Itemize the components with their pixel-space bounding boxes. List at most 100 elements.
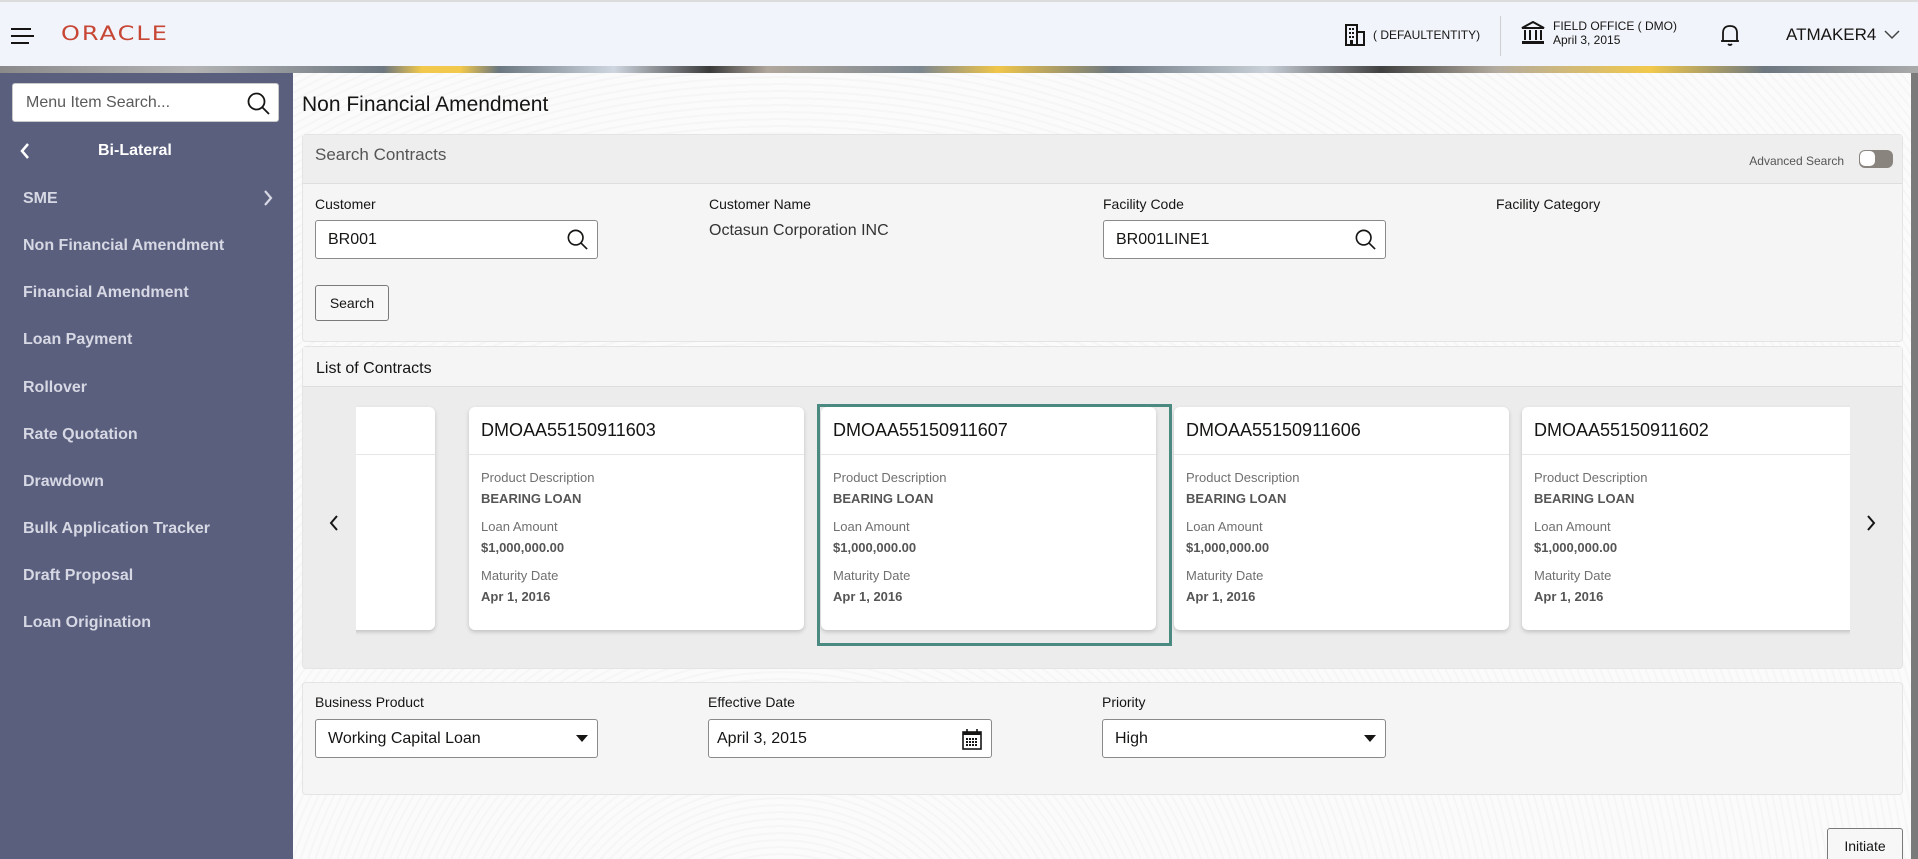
sidebar-item-label: Financial Amendment — [23, 284, 189, 301]
maturity-label: Maturity Date — [1186, 568, 1264, 583]
user-name: ATMAKER4 — [1786, 25, 1877, 44]
sidebar-item-label: Loan Payment — [23, 331, 133, 348]
amount-label: Loan Amount — [481, 519, 558, 534]
sidebar-item-label: Loan Origination — [23, 614, 151, 631]
contract-id: DMOAA55150911602 — [1522, 407, 1850, 455]
sidebar-item-label: Non Financial Amendment — [23, 237, 225, 254]
business-product-select[interactable]: Working Capital Loan — [315, 719, 598, 758]
contract-card[interactable]: DMOAA55150911603 Product Description BEA… — [469, 407, 804, 630]
product-value: BEARING LOAN — [833, 491, 934, 506]
contract-id: DMOAA55150911606 — [1174, 407, 1509, 455]
maturity-label: Maturity Date — [1534, 568, 1612, 583]
advanced-search-label: Advanced Search — [1749, 154, 1844, 168]
customer-name-value: Octasun Corporation INC — [709, 222, 889, 239]
product-label: Product Description — [1186, 470, 1300, 485]
hamburger-icon[interactable] — [11, 28, 34, 44]
contract-card-partial[interactable] — [356, 407, 435, 630]
caret-down-icon — [576, 735, 588, 742]
sidebar-item-label: Drawdown — [23, 473, 104, 490]
maturity-value: Apr 1, 2016 — [481, 589, 551, 604]
customer-label: Customer — [315, 196, 376, 212]
sidebar-item-drawdown[interactable]: Drawdown — [23, 473, 273, 491]
page-scrollbar[interactable] — [1911, 73, 1918, 859]
initiate-button[interactable]: Initiate — [1827, 828, 1903, 859]
oracle-logo: ORACLE — [61, 22, 169, 45]
customer-value: BR001 — [328, 231, 377, 248]
business-product-label: Business Product — [315, 694, 424, 710]
chevron-down-icon — [1884, 30, 1900, 40]
sidebar-item-rate-quotation[interactable]: Rate Quotation — [23, 426, 273, 444]
sidebar-item-non-financial-amendment[interactable]: Non Financial Amendment — [23, 237, 273, 255]
contracts-carousel: DMOAA55150911603 Product Description BEA… — [356, 400, 1850, 640]
product-value: BEARING LOAN — [1534, 491, 1635, 506]
entity-selector[interactable]: ( DEFAULTENTITY) — [1345, 24, 1480, 46]
contract-card-selected[interactable]: DMOAA55150911607 Product Description BEA… — [821, 407, 1156, 630]
sidebar-item-bulk-application-tracker[interactable]: Bulk Application Tracker — [23, 520, 273, 538]
sidebar-item-label: Rollover — [23, 379, 88, 396]
sidebar-item-loan-payment[interactable]: Loan Payment — [23, 331, 273, 349]
effective-date-field[interactable]: April 3, 2015 — [708, 719, 992, 758]
maturity-label: Maturity Date — [481, 568, 559, 583]
amount-label: Loan Amount — [1186, 519, 1263, 534]
bell-icon[interactable] — [1718, 22, 1742, 48]
facility-category-label: Facility Category — [1496, 196, 1601, 212]
customer-field[interactable]: BR001 — [315, 220, 598, 259]
product-label: Product Description — [1534, 470, 1648, 485]
office-name: FIELD OFFICE ( DMO) — [1553, 19, 1677, 33]
caret-down-icon — [1364, 735, 1376, 742]
business-product-value: Working Capital Loan — [328, 730, 481, 747]
priority-label: Priority — [1102, 694, 1146, 710]
search-button[interactable]: Search — [315, 285, 389, 321]
facility-code-value: BR001LINE1 — [1116, 231, 1210, 248]
panel-header: Search Contracts Advanced Search — [303, 135, 1902, 184]
back-to-parent-menu[interactable]: Bi-Lateral — [20, 140, 280, 166]
sidebar-item-label: Bulk Application Tracker — [23, 520, 211, 537]
effective-date-label: Effective Date — [708, 694, 795, 710]
search-icon[interactable] — [1355, 229, 1376, 250]
sidebar-item-financial-amendment[interactable]: Financial Amendment — [23, 284, 273, 302]
menu-search-input[interactable] — [13, 84, 233, 121]
sidebar-item-rollover[interactable]: Rollover — [23, 379, 273, 397]
menu-search — [12, 83, 279, 122]
product-label: Product Description — [833, 470, 947, 485]
sidebar-item-sme[interactable]: SME — [23, 190, 273, 208]
office-date: April 3, 2015 — [1553, 33, 1621, 47]
effective-date-value: April 3, 2015 — [717, 730, 807, 747]
priority-select[interactable]: High — [1102, 719, 1386, 758]
user-menu[interactable]: ATMAKER4 — [1786, 25, 1900, 45]
contract-id: DMOAA55150911607 — [821, 407, 1156, 455]
search-contracts-title: Search Contracts — [315, 145, 447, 164]
sidebar-item-loan-origination[interactable]: Loan Origination — [23, 614, 273, 632]
sidebar-item-label: SME — [23, 190, 58, 207]
bank-icon — [1521, 21, 1545, 44]
carousel-prev-icon[interactable] — [329, 515, 339, 531]
contract-card[interactable]: DMOAA55150911602 Product Description BEA… — [1522, 407, 1850, 630]
top-header: ORACLE ( DEFAULTENTITY) FIELD OFFICE ( D… — [0, 0, 1918, 66]
amount-label: Loan Amount — [1534, 519, 1611, 534]
amount-value: $1,000,000.00 — [1186, 540, 1270, 555]
panel-header: List of Contracts — [303, 347, 1902, 387]
facility-code-label: Facility Code — [1103, 196, 1184, 212]
contract-card[interactable]: DMOAA55150911606 Product Description BEA… — [1174, 407, 1509, 630]
maturity-label: Maturity Date — [833, 568, 911, 583]
amount-value: $1,000,000.00 — [481, 540, 565, 555]
office-selector[interactable]: FIELD OFFICE ( DMO) April 3, 2015 — [1521, 19, 1677, 47]
maturity-value: Apr 1, 2016 — [1534, 589, 1604, 604]
contracts-title: List of Contracts — [316, 360, 432, 377]
search-icon[interactable] — [247, 92, 270, 115]
advanced-search-toggle[interactable] — [1859, 150, 1893, 168]
entity-label: ( DEFAULTENTITY) — [1373, 28, 1481, 42]
menu-section-title: Bi-Lateral — [98, 142, 172, 159]
amount-value: $1,000,000.00 — [1534, 540, 1618, 555]
facility-code-field[interactable]: BR001LINE1 — [1103, 220, 1386, 259]
maturity-value: Apr 1, 2016 — [833, 589, 903, 604]
contract-id: DMOAA55150911603 — [469, 407, 804, 455]
sidebar-item-draft-proposal[interactable]: Draft Proposal — [23, 567, 273, 585]
sidebar-item-label: Draft Proposal — [23, 567, 134, 584]
amount-label: Loan Amount — [833, 519, 910, 534]
amount-value: $1,000,000.00 — [833, 540, 917, 555]
product-value: BEARING LOAN — [1186, 491, 1287, 506]
search-icon[interactable] — [567, 229, 588, 250]
carousel-next-icon[interactable] — [1866, 515, 1876, 531]
calendar-icon[interactable] — [962, 728, 982, 750]
